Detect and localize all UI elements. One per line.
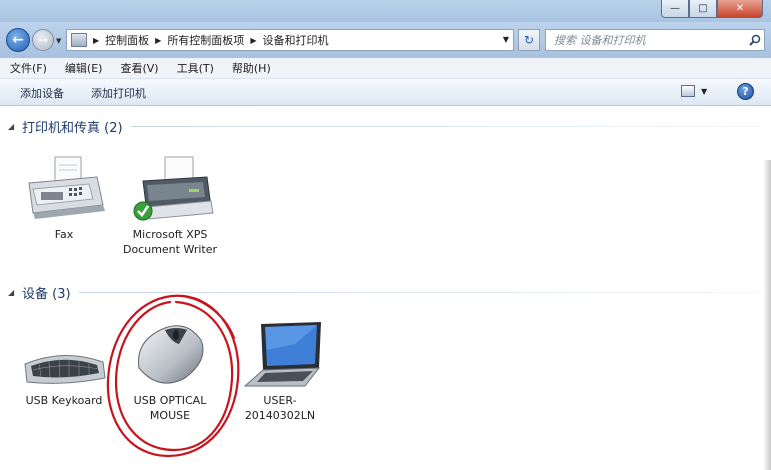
view-dropdown-icon[interactable]: ▼ xyxy=(701,87,707,96)
refresh-icon: ↻ xyxy=(523,33,535,47)
collapse-arrow-icon[interactable]: ◢ xyxy=(8,122,22,131)
window-controls: — □ ✕ xyxy=(661,0,763,18)
collapse-arrow-icon[interactable]: ◢ xyxy=(8,288,22,297)
breadcrumb-separator-icon[interactable]: ▶ xyxy=(155,36,161,45)
printer-icon xyxy=(133,156,214,221)
minimize-icon: — xyxy=(670,3,680,14)
device-fax[interactable]: Fax xyxy=(14,155,114,255)
menu-edit[interactable]: 编辑(E) xyxy=(55,60,111,76)
back-button[interactable]: ← xyxy=(6,28,30,52)
forward-button[interactable]: → xyxy=(32,29,54,51)
breadcrumb-control-panel[interactable]: 控制面板 xyxy=(105,32,149,48)
title-bar: — □ ✕ xyxy=(0,0,771,22)
group-printers-label: 打印机和传真 (2) xyxy=(22,121,123,136)
minimize-button[interactable]: — xyxy=(661,0,689,18)
view-icon xyxy=(681,85,695,97)
help-button[interactable]: ? xyxy=(737,83,754,100)
annotation-circle xyxy=(106,294,240,458)
navigation-bar: ← → ▼ ▶ 控制面板 ▶ 所有控制面板项 ▶ 设备和打印机 ▼ ↻ 搜索 设… xyxy=(0,22,771,58)
menu-bar: 文件(F) 编辑(E) 查看(V) 工具(T) 帮助(H) xyxy=(0,58,771,79)
window-edge xyxy=(763,160,771,470)
group-divider xyxy=(130,126,763,127)
fax-icon xyxy=(28,156,105,219)
breadcrumb-all-items[interactable]: 所有控制面板项 xyxy=(167,32,244,48)
device-xps-writer[interactable]: Microsoft XPS Document Writer xyxy=(120,155,220,275)
device-keyboard[interactable]: USB Keykoard xyxy=(14,340,114,415)
address-bar[interactable]: ▶ 控制面板 ▶ 所有控制面板项 ▶ 设备和打印机 ▼ xyxy=(66,29,514,51)
maximize-icon: □ xyxy=(698,3,708,14)
device-label: Fax xyxy=(54,228,74,241)
menu-view[interactable]: 查看(V) xyxy=(110,60,166,76)
refresh-button[interactable]: ↻ xyxy=(518,29,540,51)
close-button[interactable]: ✕ xyxy=(717,0,763,18)
close-icon: ✕ xyxy=(735,3,745,14)
menu-file[interactable]: 文件(F) xyxy=(0,60,55,76)
keyboard-icon xyxy=(24,355,106,384)
control-panel-icon xyxy=(71,33,87,47)
breadcrumb-separator-icon[interactable]: ▶ xyxy=(250,36,256,45)
forward-arrow-icon: → xyxy=(37,33,49,47)
group-printers-header[interactable]: ◢ 打印机和传真 (2) xyxy=(8,117,763,136)
search-input[interactable]: 搜索 设备和打印机 xyxy=(554,32,746,48)
breadcrumb-devices-printers[interactable]: 设备和打印机 xyxy=(262,32,328,48)
device-label: USB Keykoard xyxy=(25,394,103,407)
device-label: Microsoft XPS Document Writer xyxy=(122,228,218,256)
address-dropdown-icon[interactable]: ▼ xyxy=(503,35,509,44)
breadcrumb-separator-icon[interactable]: ▶ xyxy=(93,36,99,45)
change-view-button[interactable]: ▼ xyxy=(681,85,707,97)
command-bar: 添加设备 添加打印机 ▼ ? xyxy=(0,79,771,106)
group-devices-label: 设备 (3) xyxy=(22,287,71,302)
add-printer-button[interactable]: 添加打印机 xyxy=(91,85,146,101)
menu-help[interactable]: 帮助(H) xyxy=(222,60,279,76)
search-box[interactable]: 搜索 设备和打印机 xyxy=(545,29,765,51)
help-icon: ? xyxy=(742,85,749,98)
search-icon[interactable] xyxy=(746,34,764,46)
add-device-button[interactable]: 添加设备 xyxy=(20,85,64,101)
back-arrow-icon: ← xyxy=(12,32,24,48)
menu-tools[interactable]: 工具(T) xyxy=(167,60,222,76)
maximize-button[interactable]: □ xyxy=(689,0,717,18)
history-dropdown-icon[interactable]: ▼ xyxy=(56,37,61,45)
